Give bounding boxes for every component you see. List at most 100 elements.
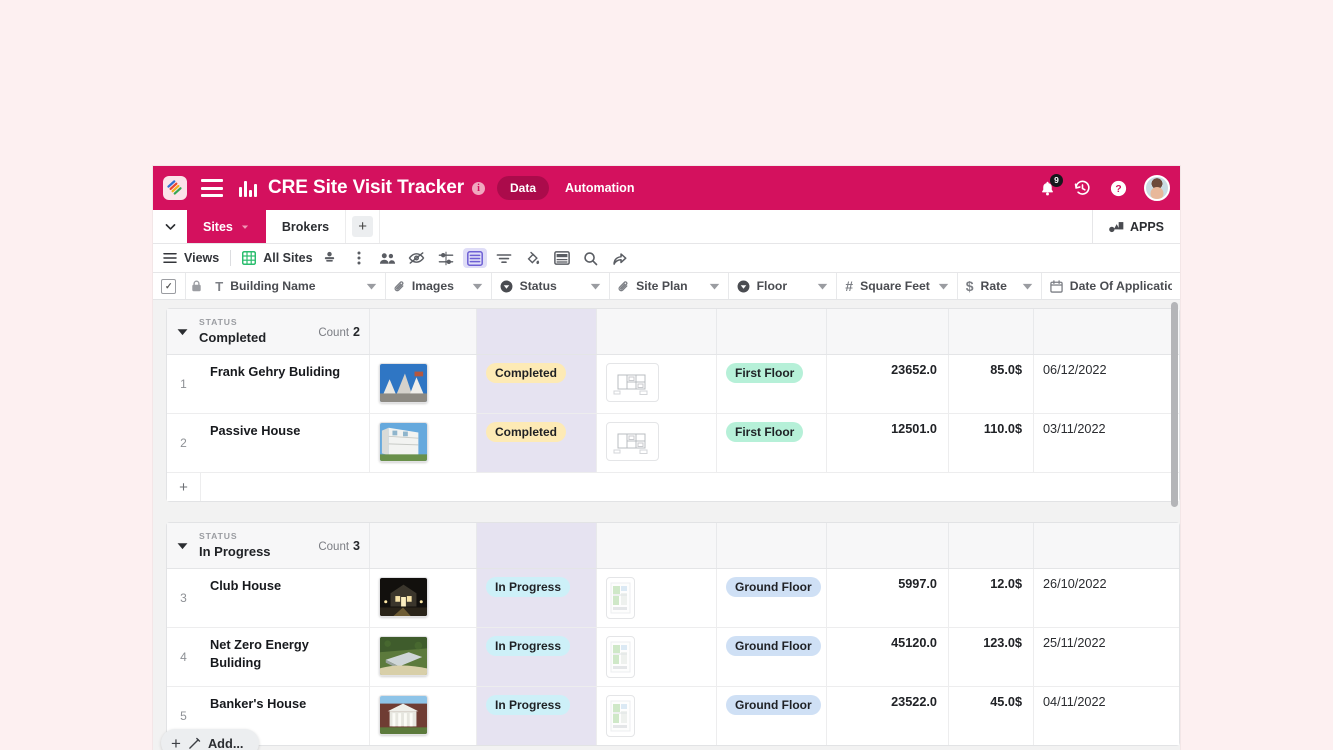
table-row[interactable]: 4 Net Zero Energy Buliding In Progress G… bbox=[167, 628, 1179, 687]
column-header-images[interactable]: Images bbox=[386, 273, 492, 299]
share-icon[interactable] bbox=[608, 248, 632, 268]
cell-site-plan[interactable] bbox=[597, 687, 717, 745]
tab-data[interactable]: Data bbox=[497, 176, 550, 200]
collaborative-lock-icon[interactable] bbox=[318, 248, 342, 268]
filter-icon[interactable] bbox=[492, 248, 516, 268]
cell-date[interactable]: 26/10/2022 bbox=[1034, 569, 1174, 627]
chevron-down-icon[interactable] bbox=[1022, 279, 1033, 293]
help-circle-icon[interactable]: ? bbox=[1109, 179, 1128, 198]
cell-floor[interactable]: Ground Floor bbox=[717, 569, 827, 627]
column-header-date-of-application[interactable]: Date Of Application bbox=[1042, 273, 1180, 299]
cell-rate[interactable]: 123.0$ bbox=[949, 628, 1034, 686]
cell-status[interactable]: In Progress bbox=[477, 569, 597, 627]
add-record-button[interactable]: + Add... bbox=[161, 729, 260, 750]
cell-images[interactable] bbox=[370, 628, 477, 686]
cell-square-feet[interactable]: 12501.0 bbox=[827, 414, 949, 472]
cell-building-name[interactable]: Club House bbox=[200, 569, 370, 627]
vertical-scrollbar[interactable] bbox=[1171, 302, 1178, 507]
column-header-status[interactable]: Status bbox=[492, 273, 611, 299]
current-view-button[interactable]: All Sites bbox=[242, 251, 313, 265]
column-header-site-plan[interactable]: Site Plan bbox=[610, 273, 729, 299]
cell-images[interactable] bbox=[370, 687, 477, 745]
chevron-down-icon[interactable] bbox=[366, 279, 377, 293]
summary-bar-icon[interactable] bbox=[550, 248, 574, 268]
group-header-left[interactable]: STATUS In Progress Count 3 bbox=[167, 523, 370, 568]
floor-plan-thumbnail-wide[interactable] bbox=[606, 422, 659, 461]
cell-date[interactable]: 03/11/2022 bbox=[1034, 414, 1174, 472]
stackby-logo-icon[interactable] bbox=[163, 176, 187, 200]
info-icon[interactable]: i bbox=[472, 181, 485, 195]
cell-images[interactable] bbox=[370, 569, 477, 627]
collaborators-icon[interactable] bbox=[376, 248, 400, 268]
table-row[interactable]: 3 Club House In Progress Ground Floor 59… bbox=[167, 569, 1179, 628]
hide-fields-icon[interactable] bbox=[405, 248, 429, 268]
cell-rate[interactable]: 110.0$ bbox=[949, 414, 1034, 472]
column-header-floor[interactable]: Floor bbox=[729, 273, 838, 299]
passive-house-photo[interactable] bbox=[379, 422, 428, 462]
caret-down-icon[interactable] bbox=[177, 542, 199, 550]
cell-square-feet[interactable]: 23522.0 bbox=[827, 687, 949, 745]
site-plan-thumbnail-tall[interactable] bbox=[606, 636, 635, 678]
cell-status[interactable]: Completed bbox=[477, 355, 597, 413]
hamburger-menu-icon[interactable] bbox=[201, 179, 223, 197]
search-icon[interactable] bbox=[579, 248, 603, 268]
more-vertical-icon[interactable] bbox=[347, 248, 371, 268]
site-plan-thumbnail-tall[interactable] bbox=[606, 695, 635, 737]
table-row[interactable]: 2 Passive House Completed First Floor 12… bbox=[167, 414, 1179, 473]
chevron-down-icon[interactable] bbox=[472, 279, 483, 293]
apps-button[interactable]: APPS bbox=[1091, 210, 1180, 243]
row-height-icon[interactable] bbox=[434, 248, 458, 268]
bankers-house-photo[interactable] bbox=[379, 695, 428, 735]
net-zero-energy-building-photo[interactable] bbox=[379, 636, 428, 676]
chevron-down-icon[interactable] bbox=[709, 279, 720, 293]
tab-sites[interactable]: Sites bbox=[187, 210, 266, 243]
cell-status[interactable]: Completed bbox=[477, 414, 597, 472]
column-header-building-name[interactable]: T Building Name bbox=[207, 273, 386, 299]
cell-images[interactable] bbox=[370, 355, 477, 413]
cell-rate[interactable]: 85.0$ bbox=[949, 355, 1034, 413]
cell-date[interactable]: 06/12/2022 bbox=[1034, 355, 1174, 413]
cell-square-feet[interactable]: 23652.0 bbox=[827, 355, 949, 413]
chevron-down-icon[interactable] bbox=[938, 279, 949, 293]
site-plan-thumbnail-tall[interactable] bbox=[606, 577, 635, 619]
cell-building-name[interactable]: Net Zero Energy Buliding bbox=[200, 628, 370, 686]
group-icon[interactable] bbox=[462, 248, 487, 268]
cell-status[interactable]: In Progress bbox=[477, 628, 597, 686]
add-table-button[interactable]: + bbox=[345, 210, 379, 243]
chevron-down-icon[interactable] bbox=[817, 279, 828, 293]
table-row[interactable]: 1 Frank Gehry Buliding Completed First F… bbox=[167, 355, 1179, 414]
caret-down-icon[interactable] bbox=[177, 328, 199, 336]
group-header[interactable]: STATUS Completed Count 2 bbox=[167, 309, 1179, 355]
table-row[interactable]: 5 Banker's House In Progress Ground Floo… bbox=[167, 687, 1179, 745]
column-header-square-feet[interactable]: # Square Feet bbox=[837, 273, 958, 299]
cell-square-feet[interactable]: 45120.0 bbox=[827, 628, 949, 686]
chevron-down-icon[interactable] bbox=[590, 279, 601, 293]
cell-building-name[interactable]: Frank Gehry Buliding bbox=[200, 355, 370, 413]
bell-icon[interactable]: 9 bbox=[1039, 173, 1063, 197]
cell-images[interactable] bbox=[370, 414, 477, 472]
cell-site-plan[interactable] bbox=[597, 414, 717, 472]
club-house-night-photo[interactable] bbox=[379, 577, 428, 617]
frank-gehry-building-photo[interactable] bbox=[379, 363, 428, 403]
tab-brokers[interactable]: Brokers bbox=[266, 210, 345, 243]
cell-status[interactable]: In Progress bbox=[477, 687, 597, 745]
column-header-rate[interactable]: $ Rate bbox=[958, 273, 1042, 299]
tab-automation[interactable]: Automation bbox=[565, 181, 634, 195]
cell-date[interactable]: 25/11/2022 bbox=[1034, 628, 1174, 686]
cell-floor[interactable]: Ground Floor bbox=[717, 628, 827, 686]
cell-floor[interactable]: First Floor bbox=[717, 355, 827, 413]
cell-building-name[interactable]: Passive House bbox=[200, 414, 370, 472]
cell-site-plan[interactable] bbox=[597, 355, 717, 413]
history-icon[interactable] bbox=[1073, 179, 1092, 198]
cell-site-plan[interactable] bbox=[597, 569, 717, 627]
color-icon[interactable] bbox=[521, 248, 545, 268]
grid-body[interactable]: STATUS Completed Count 2 1 Frank Gehry B… bbox=[153, 300, 1180, 750]
user-avatar[interactable] bbox=[1144, 175, 1170, 201]
views-button[interactable]: Views bbox=[163, 251, 219, 265]
select-all-checkbox[interactable]: ✓ bbox=[153, 273, 186, 299]
bar-chart-icon[interactable] bbox=[239, 180, 257, 197]
cell-rate[interactable]: 45.0$ bbox=[949, 687, 1034, 745]
cell-square-feet[interactable]: 5997.0 bbox=[827, 569, 949, 627]
cell-date[interactable]: 04/11/2022 bbox=[1034, 687, 1174, 745]
cell-floor[interactable]: First Floor bbox=[717, 414, 827, 472]
